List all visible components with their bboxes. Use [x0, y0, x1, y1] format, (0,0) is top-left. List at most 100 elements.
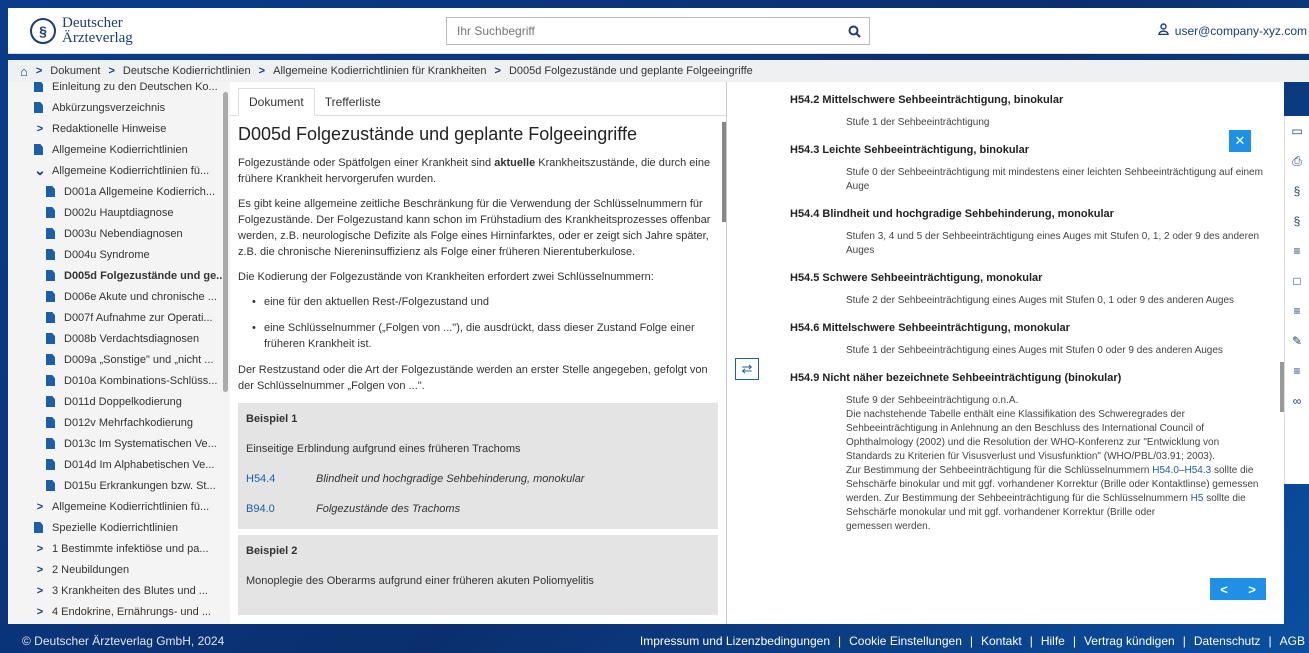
bookmark-icon[interactable]: □: [1285, 266, 1309, 296]
search-box: [446, 17, 870, 45]
sidebar-item[interactable]: D009a „Sonstige" und „nicht ...: [8, 349, 230, 370]
sidebar-item[interactable]: D015u Erkrankungen bzw. St...: [8, 475, 230, 496]
breadcrumb-item[interactable]: Dokument: [50, 65, 100, 77]
sidebar-item[interactable]: D011d Doppelkodierung: [8, 391, 230, 412]
sidebar-item[interactable]: >2 Neubildungen: [8, 559, 230, 580]
sidebar-item[interactable]: D002u Hauptdiagnose: [8, 202, 230, 223]
document-icon: [46, 207, 55, 218]
pen-icon[interactable]: ✎: [1285, 326, 1309, 356]
document-icon: [46, 228, 55, 239]
sidebar: Einleitung zu den Deutschen Ko... Abkürzu…: [8, 82, 230, 624]
chevron-right-icon[interactable]: >: [34, 123, 46, 135]
breadcrumb-item[interactable]: Allgemeine Kodierrichtlinien für Krankhe…: [273, 65, 486, 77]
sidebar-scrollbar[interactable]: [223, 92, 228, 392]
link-icon[interactable]: ∞: [1285, 386, 1309, 416]
sidebar-item[interactable]: >1 Bestimmte infektiöse und pa...: [8, 538, 230, 559]
footer-link[interactable]: Impressum und Lizenzbedingungen: [640, 634, 830, 648]
document-icon: [34, 102, 43, 113]
chevron-right-icon[interactable]: >: [34, 501, 46, 513]
tab-hit-list[interactable]: Trefferliste: [315, 89, 391, 115]
document-icon: [46, 270, 55, 281]
code-link[interactable]: H54.0: [1152, 465, 1179, 476]
breadcrumb-item[interactable]: Deutsche Kodierrichtlinien: [123, 65, 251, 77]
sidebar-item[interactable]: D007f Aufnahme zur Operati...: [8, 307, 230, 328]
close-icon[interactable]: ✕: [1229, 130, 1251, 152]
sidebar-item-label: D009a „Sonstige" und „nicht ...: [64, 353, 214, 366]
footer-link[interactable]: Kontakt: [981, 634, 1022, 648]
code-link[interactable]: H5: [1191, 493, 1204, 504]
sidebar-item[interactable]: Abkürzungsverzeichnis: [8, 97, 230, 118]
tab-document[interactable]: Dokument: [238, 88, 315, 116]
sidebar-item[interactable]: Spezielle Kodierrichtlinien: [8, 517, 230, 538]
previous-icon[interactable]: <: [1220, 582, 1228, 597]
sidebar-item[interactable]: Allgemeine Kodierrichtlinien: [8, 139, 230, 160]
chevron-right-icon[interactable]: >: [34, 564, 46, 576]
footer-link[interactable]: Datenschutz: [1194, 634, 1261, 648]
footer-link[interactable]: Cookie Einstellungen: [849, 634, 962, 648]
sidebar-item-label: D005d Folgezustände und ge...: [64, 269, 226, 282]
sidebar-item-label: Allgemeine Kodierrichtlinien: [52, 143, 188, 156]
sidebar-item[interactable]: >4 Endokrine, Ernährungs- und ...: [8, 601, 230, 622]
sidebar-item[interactable]: D012v Mehrfachkodierung: [8, 412, 230, 433]
user-menu[interactable]: user@company-xyz.com: [1158, 23, 1307, 38]
logo[interactable]: § Deutscher Ärzteverlag: [30, 15, 230, 46]
paragraph-alt-icon[interactable]: §: [1285, 206, 1309, 236]
sidebar-item[interactable]: >3 Krankheiten des Blutes und ...: [8, 580, 230, 601]
breadcrumb-item-current: D005d Folgezustände und geplante Folgeei…: [508, 65, 753, 77]
search-input[interactable]: [447, 24, 839, 38]
footer-link[interactable]: Hilfe: [1041, 634, 1065, 648]
list-item: eine für den aktuellen Rest-/Folgezustan…: [252, 294, 718, 310]
paragraph-icon[interactable]: §: [1285, 176, 1309, 206]
separator: |: [1182, 633, 1186, 648]
outline-icon[interactable]: ≡: [1285, 356, 1309, 386]
sidebar-item-label: Abkürzungsverzeichnis: [52, 101, 166, 114]
sidebar-item[interactable]: > Allgemeine Kodierrichtlinien fü...: [8, 496, 230, 517]
sidebar-item[interactable]: D003u Nebendiagnosen: [8, 223, 230, 244]
sidebar-item[interactable]: ⌄ Allgemeine Kodierrichtlinien fü...: [8, 160, 230, 181]
sidebar-item-label: 1 Bestimmte infektiöse und pa...: [52, 542, 209, 555]
sidebar-item-label: D002u Hauptdiagnose: [64, 206, 174, 219]
sidebar-item[interactable]: D013c Im Systematischen Ve...: [8, 433, 230, 454]
code-heading: H54.2 Mittelschwere Sehbeeinträchtigung,…: [790, 94, 1064, 106]
document-icon: [34, 144, 43, 155]
example-row: H54.4 Blindheit und hochgradige Sehbehin…: [246, 473, 710, 485]
list-icon[interactable]: ≡: [1285, 236, 1309, 266]
notes-icon[interactable]: ≡: [1285, 296, 1309, 326]
sidebar-item[interactable]: D001a Allgemeine Kodierrich...: [8, 181, 230, 202]
chevron-right-icon[interactable]: >: [34, 606, 46, 618]
sidebar-item[interactable]: D006e Akute und chronische ...: [8, 286, 230, 307]
swap-panes-icon[interactable]: ⇄: [735, 358, 759, 380]
paragraph: Der Restzustand oder die Art der Folgezu…: [238, 364, 708, 392]
sidebar-item[interactable]: D010a Kombinations-Schlüss...: [8, 370, 230, 391]
sidebar-item-label: D010a Kombinations-Schlüss...: [64, 374, 218, 387]
sidebar-item[interactable]: D008b Verdachtsdiagnosen: [8, 328, 230, 349]
print-icon[interactable]: ⎙: [1285, 146, 1309, 176]
sidebar-item-label: D011d Doppelkodierung: [64, 395, 182, 408]
document-content: D005d Folgezustände und geplante Folgeei…: [230, 116, 726, 615]
next-icon[interactable]: >: [1248, 582, 1256, 597]
chevron-right-icon[interactable]: >: [34, 543, 46, 555]
document-icon: [34, 82, 43, 92]
code-link[interactable]: B94.0: [246, 503, 316, 515]
window-icon[interactable]: ▭: [1285, 116, 1309, 146]
chevron-down-icon[interactable]: ⌄: [34, 162, 46, 179]
code-link[interactable]: H54.3: [1185, 465, 1212, 476]
code-text: Folgezustände des Trachoms: [316, 503, 461, 515]
chevron-right-icon[interactable]: >: [34, 585, 46, 597]
sidebar-item[interactable]: D004u Syndrome: [8, 244, 230, 265]
sidebar-item[interactable]: > Redaktionelle Hinweise: [8, 118, 230, 139]
code-link[interactable]: H54.4: [246, 473, 316, 485]
sidebar-item[interactable]: D014d Im Alphabetischen Ve...: [8, 454, 230, 475]
search-icon[interactable]: [839, 18, 869, 44]
sidebar-item-label: D013c Im Systematischen Ve...: [64, 437, 217, 450]
sidebar-item-label: 2 Neubildungen: [52, 563, 130, 576]
sidebar-item-label: D001a Allgemeine Kodierrich...: [64, 185, 216, 198]
code-heading: H54.6 Mittelschwere Sehbeeinträchtigung,…: [790, 322, 1070, 334]
sidebar-item-label: Redaktionelle Hinweise: [52, 122, 167, 135]
sidebar-item[interactable]: D005d Folgezustände und ge...: [8, 265, 230, 286]
header: § Deutscher Ärzteverlag user@company-xyz…: [8, 8, 1309, 54]
sidebar-item[interactable]: Einleitung zu den Deutschen Ko...: [8, 82, 230, 97]
footer-link[interactable]: Vertrag kündigen: [1084, 634, 1175, 648]
footer-link[interactable]: AGB: [1280, 634, 1305, 648]
home-icon[interactable]: ⌂: [20, 64, 28, 79]
